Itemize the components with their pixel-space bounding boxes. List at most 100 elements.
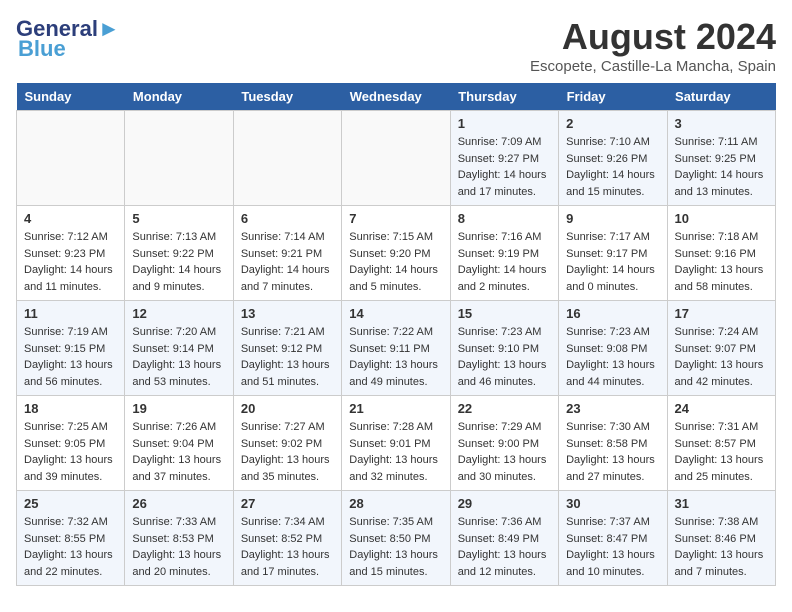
day-number: 18 <box>24 401 117 416</box>
day-number: 31 <box>675 496 768 511</box>
day-number: 17 <box>675 306 768 321</box>
day-info: Sunrise: 7:23 AM Sunset: 9:08 PM Dayligh… <box>566 324 659 390</box>
day-number: 24 <box>675 401 768 416</box>
calendar-cell: 29 Sunrise: 7:36 AM Sunset: 8:49 PM Dayli… <box>450 491 558 586</box>
day-number: 6 <box>241 211 334 226</box>
logo-blue: Blue <box>18 36 66 62</box>
calendar-week-4: 18 Sunrise: 7:25 AM Sunset: 9:05 PM Dayli… <box>17 396 776 491</box>
calendar-cell: 14 Sunrise: 7:22 AM Sunset: 9:11 PM Dayli… <box>342 301 450 396</box>
calendar-cell: 2Sunrise: 7:10 AM Sunset: 9:26 PM Daylig… <box>559 111 667 206</box>
day-number: 21 <box>349 401 442 416</box>
day-number: 15 <box>458 306 551 321</box>
calendar-cell: 31 Sunrise: 7:38 AM Sunset: 8:46 PM Dayli… <box>667 491 775 586</box>
day-number: 14 <box>349 306 442 321</box>
day-number: 3 <box>675 116 768 131</box>
day-number: 20 <box>241 401 334 416</box>
day-info: Sunrise: 7:38 AM Sunset: 8:46 PM Dayligh… <box>675 514 768 580</box>
day-info: Sunrise: 7:25 AM Sunset: 9:05 PM Dayligh… <box>24 419 117 485</box>
weekday-header-saturday: Saturday <box>667 83 775 111</box>
weekday-header-wednesday: Wednesday <box>342 83 450 111</box>
weekday-header-sunday: Sunday <box>17 83 125 111</box>
day-number: 2 <box>566 116 659 131</box>
day-number: 13 <box>241 306 334 321</box>
day-number: 10 <box>675 211 768 226</box>
day-info: Sunrise: 7:33 AM Sunset: 8:53 PM Dayligh… <box>132 514 225 580</box>
day-info: Sunrise: 7:13 AM Sunset: 9:22 PM Dayligh… <box>132 229 225 295</box>
calendar-cell: 26 Sunrise: 7:33 AM Sunset: 8:53 PM Dayli… <box>125 491 233 586</box>
calendar-cell: 4 Sunrise: 7:12 AM Sunset: 9:23 PM Daylig… <box>17 206 125 301</box>
day-number: 28 <box>349 496 442 511</box>
day-number: 22 <box>458 401 551 416</box>
day-info: Sunrise: 7:12 AM Sunset: 9:23 PM Dayligh… <box>24 229 117 295</box>
day-info: Sunrise: 7:15 AM Sunset: 9:20 PM Dayligh… <box>349 229 442 295</box>
calendar-cell: 20 Sunrise: 7:27 AM Sunset: 9:02 PM Dayli… <box>233 396 341 491</box>
day-info: Sunrise: 7:27 AM Sunset: 9:02 PM Dayligh… <box>241 419 334 485</box>
day-info: Sunrise: 7:36 AM Sunset: 8:49 PM Dayligh… <box>458 514 551 580</box>
calendar-cell <box>233 111 341 206</box>
calendar-week-5: 25 Sunrise: 7:32 AM Sunset: 8:55 PM Dayli… <box>17 491 776 586</box>
calendar-cell <box>17 111 125 206</box>
day-info: Sunrise: 7:22 AM Sunset: 9:11 PM Dayligh… <box>349 324 442 390</box>
day-number: 11 <box>24 306 117 321</box>
calendar-cell: 27Sunrise: 7:34 AM Sunset: 8:52 PM Dayli… <box>233 491 341 586</box>
day-number: 26 <box>132 496 225 511</box>
calendar-week-2: 4 Sunrise: 7:12 AM Sunset: 9:23 PM Daylig… <box>17 206 776 301</box>
day-number: 9 <box>566 211 659 226</box>
calendar-cell <box>125 111 233 206</box>
day-info: Sunrise: 7:17 AM Sunset: 9:17 PM Dayligh… <box>566 229 659 295</box>
day-number: 23 <box>566 401 659 416</box>
calendar-cell: 13 Sunrise: 7:21 AM Sunset: 9:12 PM Dayli… <box>233 301 341 396</box>
day-info: Sunrise: 7:29 AM Sunset: 9:00 PM Dayligh… <box>458 419 551 485</box>
day-info: Sunrise: 7:24 AM Sunset: 9:07 PM Dayligh… <box>675 324 768 390</box>
day-number: 4 <box>24 211 117 226</box>
calendar-week-3: 11 Sunrise: 7:19 AM Sunset: 9:15 PM Dayli… <box>17 301 776 396</box>
page-header: General► Blue August 2024 Escopete, Cast… <box>16 16 776 75</box>
weekday-header-thursday: Thursday <box>450 83 558 111</box>
day-info: Sunrise: 7:21 AM Sunset: 9:12 PM Dayligh… <box>241 324 334 390</box>
calendar-cell: 5 Sunrise: 7:13 AM Sunset: 9:22 PM Daylig… <box>125 206 233 301</box>
day-info: Sunrise: 7:26 AM Sunset: 9:04 PM Dayligh… <box>132 419 225 485</box>
day-info: Sunrise: 7:30 AM Sunset: 8:58 PM Dayligh… <box>566 419 659 485</box>
day-number: 19 <box>132 401 225 416</box>
day-number: 27 <box>241 496 334 511</box>
calendar-cell: 15 Sunrise: 7:23 AM Sunset: 9:10 PM Dayli… <box>450 301 558 396</box>
day-info: Sunrise: 7:20 AM Sunset: 9:14 PM Dayligh… <box>132 324 225 390</box>
day-info: Sunrise: 7:37 AM Sunset: 8:47 PM Dayligh… <box>566 514 659 580</box>
weekday-header-friday: Friday <box>559 83 667 111</box>
day-info: Sunrise: 7:23 AM Sunset: 9:10 PM Dayligh… <box>458 324 551 390</box>
day-number: 25 <box>24 496 117 511</box>
day-number: 1 <box>458 116 551 131</box>
day-info: Sunrise: 7:09 AM Sunset: 9:27 PM Dayligh… <box>458 134 551 200</box>
calendar-cell: 22 Sunrise: 7:29 AM Sunset: 9:00 PM Dayli… <box>450 396 558 491</box>
weekday-header-tuesday: Tuesday <box>233 83 341 111</box>
day-number: 8 <box>458 211 551 226</box>
calendar-cell: 28Sunrise: 7:35 AM Sunset: 8:50 PM Dayli… <box>342 491 450 586</box>
day-number: 5 <box>132 211 225 226</box>
weekday-header-monday: Monday <box>125 83 233 111</box>
calendar-week-1: 1 Sunrise: 7:09 AM Sunset: 9:27 PM Daylig… <box>17 111 776 206</box>
calendar-cell: 19 Sunrise: 7:26 AM Sunset: 9:04 PM Dayli… <box>125 396 233 491</box>
day-info: Sunrise: 7:19 AM Sunset: 9:15 PM Dayligh… <box>24 324 117 390</box>
calendar-cell: 12Sunrise: 7:20 AM Sunset: 9:14 PM Dayli… <box>125 301 233 396</box>
logo: General► Blue <box>16 16 120 62</box>
calendar-cell: 30Sunrise: 7:37 AM Sunset: 8:47 PM Dayli… <box>559 491 667 586</box>
calendar-cell: 9 Sunrise: 7:17 AM Sunset: 9:17 PM Daylig… <box>559 206 667 301</box>
calendar-cell: 3 Sunrise: 7:11 AM Sunset: 9:25 PM Daylig… <box>667 111 775 206</box>
calendar-body: 1 Sunrise: 7:09 AM Sunset: 9:27 PM Daylig… <box>17 111 776 586</box>
day-info: Sunrise: 7:14 AM Sunset: 9:21 PM Dayligh… <box>241 229 334 295</box>
calendar-cell: 17 Sunrise: 7:24 AM Sunset: 9:07 PM Dayli… <box>667 301 775 396</box>
calendar-cell: 23 Sunrise: 7:30 AM Sunset: 8:58 PM Dayli… <box>559 396 667 491</box>
day-number: 29 <box>458 496 551 511</box>
day-info: Sunrise: 7:11 AM Sunset: 9:25 PM Dayligh… <box>675 134 768 200</box>
calendar-cell: 1 Sunrise: 7:09 AM Sunset: 9:27 PM Daylig… <box>450 111 558 206</box>
calendar-cell: 11 Sunrise: 7:19 AM Sunset: 9:15 PM Dayli… <box>17 301 125 396</box>
day-number: 7 <box>349 211 442 226</box>
calendar-table: SundayMondayTuesdayWednesdayThursdayFrid… <box>16 83 776 586</box>
month-year: August 2024 <box>530 16 776 58</box>
day-number: 16 <box>566 306 659 321</box>
calendar-cell: 16 Sunrise: 7:23 AM Sunset: 9:08 PM Dayli… <box>559 301 667 396</box>
calendar-cell: 8Sunrise: 7:16 AM Sunset: 9:19 PM Daylig… <box>450 206 558 301</box>
calendar-header: SundayMondayTuesdayWednesdayThursdayFrid… <box>17 83 776 111</box>
day-info: Sunrise: 7:32 AM Sunset: 8:55 PM Dayligh… <box>24 514 117 580</box>
title-block: August 2024 Escopete, Castille-La Mancha… <box>530 16 776 75</box>
